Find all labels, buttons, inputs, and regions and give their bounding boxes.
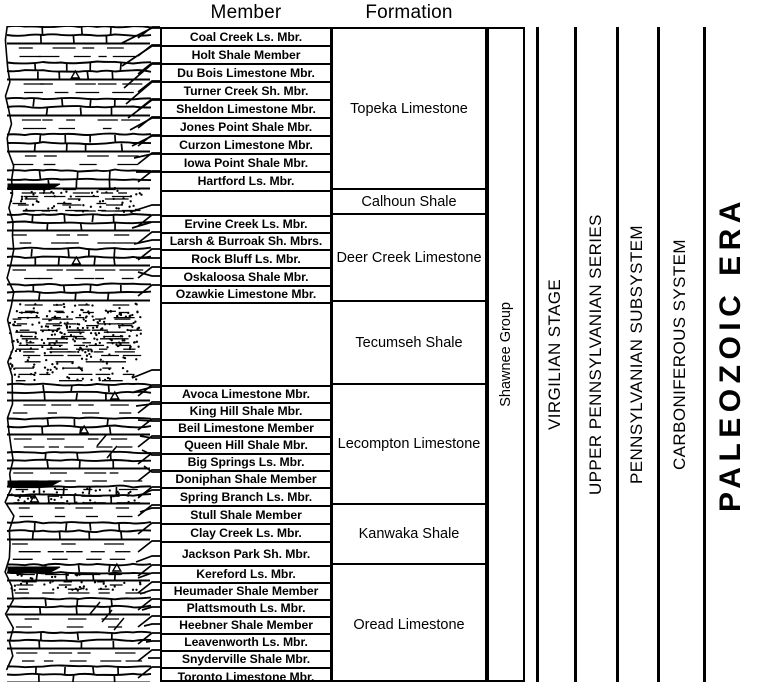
member-label: Clay Creek Ls. Mbr. — [190, 525, 302, 540]
formation-label: Tecumseh Shale — [355, 334, 463, 351]
formation-row: Oread Limestone — [333, 565, 485, 684]
member-row: Heumader Shale Member — [162, 584, 330, 601]
formation-row: Lecompton Limestone — [333, 385, 485, 505]
member-label: Turner Creek Sh. Mbr. — [183, 83, 309, 98]
formation-row: Tecumseh Shale — [333, 302, 485, 385]
member-label: Queen Hill Shale Mbr. — [184, 438, 308, 453]
group-label: Shawnee Group — [498, 302, 514, 407]
member-label: Coal Creek Ls. Mbr. — [189, 29, 303, 44]
member-row: Jones Point Shale Mbr. — [162, 119, 330, 137]
member-row-empty — [162, 304, 330, 387]
member-row: Oskaloosa Shale Mbr. — [162, 269, 330, 287]
member-row: Kereford Ls. Mbr. — [162, 567, 330, 584]
formation-row: Topeka Limestone — [333, 29, 485, 190]
rule-series — [574, 27, 577, 682]
member-label: Beil Limestone Member — [178, 421, 314, 436]
member-row: Clay Creek Ls. Mbr. — [162, 525, 330, 543]
member-label: Avoca Limestone Mbr. — [182, 387, 310, 402]
formation-label: Lecompton Limestone — [337, 436, 481, 452]
chrono-label-subsystem: PENNSYLVANIAN SUBSYSTEM — [627, 225, 646, 484]
member-row: Snyderville Shale Mbr. — [162, 652, 330, 669]
member-row-empty — [162, 192, 330, 217]
member-label: Big Springs Ls. Mbr. — [187, 455, 305, 470]
chrono-label-era: PALEOZOIC ERA — [714, 196, 747, 513]
member-row: Curzon Limestone Mbr. — [162, 137, 330, 155]
formation-label: Calhoun Shale — [361, 193, 457, 210]
member-label: Curzon Limestone Mbr. — [179, 137, 313, 152]
member-label: Kereford Ls. Mbr. — [196, 567, 296, 582]
rule-stage — [536, 27, 539, 682]
member-row: Larsh & Burroak Sh. Mbrs. — [162, 234, 330, 251]
stratigraphic-column-figure: Member Formation Coal Creek Ls. Mbr. Holt… — [0, 0, 758, 687]
member-label: Leavenworth Ls. Mbr. — [184, 635, 308, 650]
chrono-label-system: CARBONIFEROUS SYSTEM — [670, 239, 689, 470]
member-column: Coal Creek Ls. Mbr. Holt Shale Member Du B… — [160, 27, 332, 684]
member-label: Larsh & Burroak Sh. Mbrs. — [169, 234, 323, 249]
member-row: Du Bois Limestone Mbr. — [162, 65, 330, 83]
member-row: Turner Creek Sh. Mbr. — [162, 83, 330, 101]
formation-label: Oread Limestone — [353, 616, 465, 633]
member-row: Heebner Shale Member — [162, 618, 330, 635]
member-label: Iowa Point Shale Mbr. — [183, 155, 309, 170]
member-label: Spring Branch Ls. Mbr. — [179, 489, 313, 504]
rule-subsystem — [616, 27, 619, 682]
member-row: Coal Creek Ls. Mbr. — [162, 29, 330, 47]
member-label: Snyderville Shale Mbr. — [181, 652, 311, 667]
formation-row: Deer Creek Limestone — [333, 215, 485, 302]
formation-column: Topeka Limestone Calhoun Shale Deer Creek … — [331, 27, 487, 682]
member-label: King Hill Shale Mbr. — [189, 404, 303, 419]
member-row: Sheldon Limestone Mbr. — [162, 101, 330, 119]
member-row: Beil Limestone Member — [162, 421, 330, 438]
member-label: Jackson Park Sh. Mbr. — [181, 546, 311, 561]
lithology-column — [4, 26, 152, 682]
member-label: Rock Bluff Ls. Mbr. — [191, 251, 301, 266]
member-label: Holt Shale Member — [191, 47, 301, 62]
member-row: Leavenworth Ls. Mbr. — [162, 635, 330, 652]
member-label: Heebner Shale Member — [179, 618, 313, 633]
member-row: Queen Hill Shale Mbr. — [162, 438, 330, 455]
member-row: Rock Bluff Ls. Mbr. — [162, 251, 330, 269]
member-label: Heumader Shale Member — [173, 584, 319, 599]
member-row: Ozawkie Limestone Mbr. — [162, 287, 330, 304]
member-label: Ozawkie Limestone Mbr. — [175, 287, 317, 302]
member-row: Holt Shale Member — [162, 47, 330, 65]
member-label: Toronto Limestone Mbr. — [177, 670, 315, 685]
rule-era — [703, 27, 706, 682]
member-row: Doniphan Shale Member — [162, 472, 330, 489]
member-row: Toronto Limestone Mbr. — [162, 669, 330, 686]
member-label: Jones Point Shale Mbr. — [179, 119, 313, 134]
member-row: Stull Shale Member — [162, 507, 330, 525]
member-row: Spring Branch Ls. Mbr. — [162, 489, 330, 507]
member-row: Ervine Creek Ls. Mbr. — [162, 217, 330, 234]
column-header-formation: Formation — [365, 2, 453, 23]
member-row: Hartford Ls. Mbr. — [162, 173, 330, 192]
chrono-label-series: UPPER PENNSYLVANIAN SERIES — [586, 214, 605, 495]
member-label: Sheldon Limestone Mbr. — [176, 101, 316, 116]
member-row: Big Springs Ls. Mbr. — [162, 455, 330, 472]
member-row: Plattsmouth Ls. Mbr. — [162, 601, 330, 618]
formation-label: Topeka Limestone — [350, 100, 468, 117]
member-label: Hartford Ls. Mbr. — [197, 174, 295, 189]
rule-system — [657, 27, 660, 682]
chrono-label-stage: VIRGILIAN STAGE — [545, 278, 564, 431]
formation-label: Kanwaka Shale — [358, 526, 460, 542]
member-label: Du Bois Limestone Mbr. — [177, 65, 315, 80]
member-label: Plattsmouth Ls. Mbr. — [186, 601, 306, 616]
member-row: Jackson Park Sh. Mbr. — [162, 543, 330, 567]
member-row: King Hill Shale Mbr. — [162, 404, 330, 421]
member-row: Avoca Limestone Mbr. — [162, 387, 330, 404]
member-label: Ervine Creek Ls. Mbr. — [184, 217, 308, 232]
member-row: Iowa Point Shale Mbr. — [162, 155, 330, 173]
formation-row: Calhoun Shale — [333, 190, 485, 215]
group-column-shawnee: Shawnee Group — [487, 27, 525, 682]
column-header-member: Member — [210, 2, 282, 23]
member-label: Stull Shale Member — [190, 507, 302, 522]
member-label: Oskaloosa Shale Mbr. — [183, 269, 309, 284]
formation-label: Deer Creek Limestone — [336, 249, 482, 266]
formation-row: Kanwaka Shale — [333, 505, 485, 565]
member-label: Doniphan Shale Member — [175, 472, 317, 487]
